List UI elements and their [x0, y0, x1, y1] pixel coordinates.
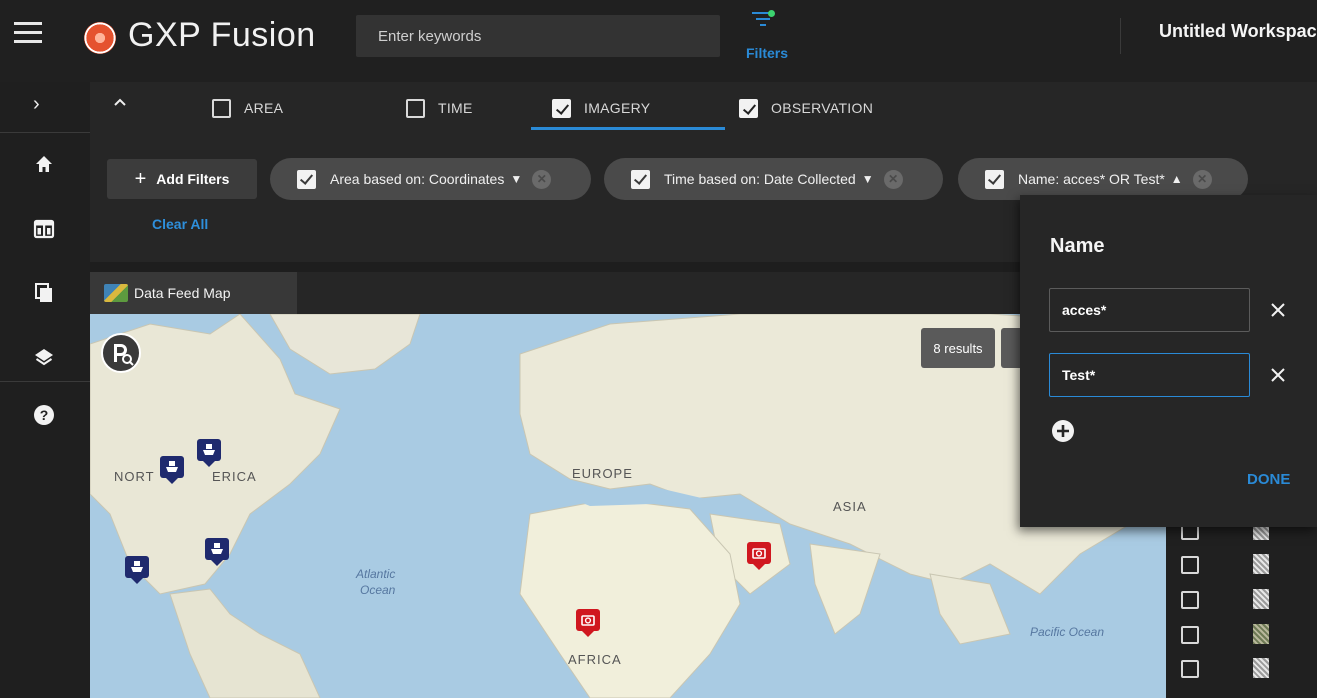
results-count-badge[interactable]: 8 results [921, 328, 995, 368]
ship-marker[interactable] [125, 556, 149, 584]
plus-icon: + [134, 167, 147, 190]
result-row[interactable] [1166, 550, 1317, 580]
imagery-marker[interactable] [576, 609, 600, 637]
clear-all-link[interactable]: Clear All [152, 216, 208, 232]
map-label-north-america: ERICA [212, 469, 257, 484]
result-row[interactable] [1166, 585, 1317, 615]
ship-icon [203, 444, 215, 455]
layers-icon[interactable] [33, 346, 55, 368]
add-name-icon[interactable] [1052, 420, 1074, 442]
dashboard-icon[interactable] [33, 218, 55, 240]
menu-icon[interactable] [14, 22, 42, 48]
search-input[interactable] [356, 15, 720, 57]
chevron-down-icon[interactable]: ▼ [862, 172, 874, 186]
active-filter-indicator [768, 10, 775, 17]
home-icon[interactable] [33, 153, 55, 175]
tab-area-checkbox[interactable] [212, 98, 231, 118]
filter-chip-name[interactable]: Name: acces* OR Test* ▲ ✕ [958, 158, 1248, 200]
app-title: GXP Fusion [128, 16, 316, 54]
filter-chip-checkbox[interactable] [631, 169, 650, 189]
clear-input-icon[interactable] [1270, 367, 1286, 383]
result-checkbox[interactable] [1181, 626, 1199, 644]
tab-observation-label: OBSERVATION [771, 100, 874, 116]
header-divider [1120, 18, 1121, 54]
chevron-down-icon[interactable]: ▼ [510, 172, 522, 186]
ship-icon [211, 543, 223, 554]
map-label-atlantic: Atlantic [356, 567, 396, 581]
map-label-north-america: NORT [114, 469, 155, 484]
map-label-atlantic: Ocean [360, 583, 396, 597]
results-filter-button[interactable] [1001, 328, 1021, 368]
active-tab-indicator [531, 127, 725, 130]
ship-icon [131, 561, 143, 572]
rail-divider [0, 132, 90, 133]
filter-chip-label: Time based on: Date Collected [664, 171, 856, 187]
svg-text:?: ? [40, 407, 49, 423]
name-input[interactable] [1049, 288, 1250, 332]
locate-icon [114, 344, 134, 366]
tab-data-feed-map[interactable]: Data Feed Map [90, 272, 297, 314]
filter-chip-time[interactable]: Time based on: Date Collected ▼ ✕ [604, 158, 943, 200]
result-thumbnail [1253, 554, 1269, 574]
camera-icon [581, 615, 595, 626]
map-label-pacific: Pacific Ocean [1030, 625, 1105, 639]
camera-icon [752, 548, 766, 559]
pages-icon[interactable] [33, 282, 55, 304]
filter-chip-checkbox[interactable] [985, 169, 1004, 189]
result-thumbnail [1253, 624, 1269, 644]
ship-marker[interactable] [205, 538, 229, 566]
result-thumbnail [1253, 658, 1269, 678]
result-thumbnail [1253, 589, 1269, 609]
map-label-asia: ASIA [833, 499, 867, 514]
remove-filter-icon[interactable]: ✕ [1192, 169, 1212, 189]
map-label-africa: AFRICA [568, 652, 622, 667]
name-input[interactable] [1049, 353, 1250, 397]
filter-chip-label: Area based on: Coordinates [330, 171, 505, 187]
result-row[interactable] [1166, 654, 1317, 684]
filter-chip-area[interactable]: Area based on: Coordinates ▼ ✕ [270, 158, 591, 200]
app-logo [84, 22, 116, 54]
ship-marker[interactable] [197, 439, 221, 467]
collapse-chevron-icon[interactable] [112, 94, 128, 110]
tab-time-checkbox[interactable] [406, 98, 425, 118]
add-filters-button[interactable]: + Add Filters [107, 159, 257, 199]
ship-marker[interactable] [160, 456, 184, 484]
remove-filter-icon[interactable]: ✕ [532, 169, 552, 189]
result-row[interactable] [1166, 620, 1317, 650]
tab-observation-checkbox[interactable] [739, 98, 758, 118]
filter-chip-checkbox[interactable] [297, 169, 316, 189]
tab-imagery-checkbox[interactable] [552, 98, 571, 118]
tab-area[interactable]: AREA [212, 82, 283, 134]
workspace-title[interactable]: Untitled Workspace [1159, 21, 1317, 42]
tab-time[interactable]: TIME [406, 82, 473, 134]
clear-input-icon[interactable] [1270, 302, 1286, 318]
map-thumbnail-icon [104, 284, 128, 302]
tab-area-label: AREA [244, 100, 284, 116]
chevron-up-icon[interactable]: ▲ [1171, 172, 1183, 186]
filters-label: Filters [746, 45, 789, 61]
imagery-marker[interactable] [747, 542, 771, 570]
help-icon[interactable]: ? [33, 404, 55, 426]
map-label-europe: EUROPE [572, 466, 633, 481]
tab-observation[interactable]: OBSERVATION [739, 82, 873, 134]
rail-divider [0, 381, 90, 382]
result-checkbox[interactable] [1181, 591, 1199, 609]
filter-chip-label: Name: acces* OR Test* [1018, 171, 1165, 187]
remove-filter-icon[interactable]: ✕ [883, 169, 903, 189]
ship-icon [166, 461, 178, 472]
locate-search-button[interactable] [101, 333, 141, 373]
result-checkbox[interactable] [1181, 556, 1199, 574]
add-filters-label: Add Filters [156, 171, 230, 187]
expand-rail-chevron-icon[interactable]: › [33, 93, 53, 115]
map-tab-label: Data Feed Map [134, 285, 231, 301]
popover-title: Name [1050, 235, 1105, 257]
tab-time-label: TIME [438, 100, 473, 116]
tab-imagery-label: IMAGERY [584, 100, 651, 116]
done-button[interactable]: DONE [1247, 471, 1290, 488]
result-checkbox[interactable] [1181, 660, 1199, 678]
filters-button[interactable]: Filters [744, 8, 804, 64]
